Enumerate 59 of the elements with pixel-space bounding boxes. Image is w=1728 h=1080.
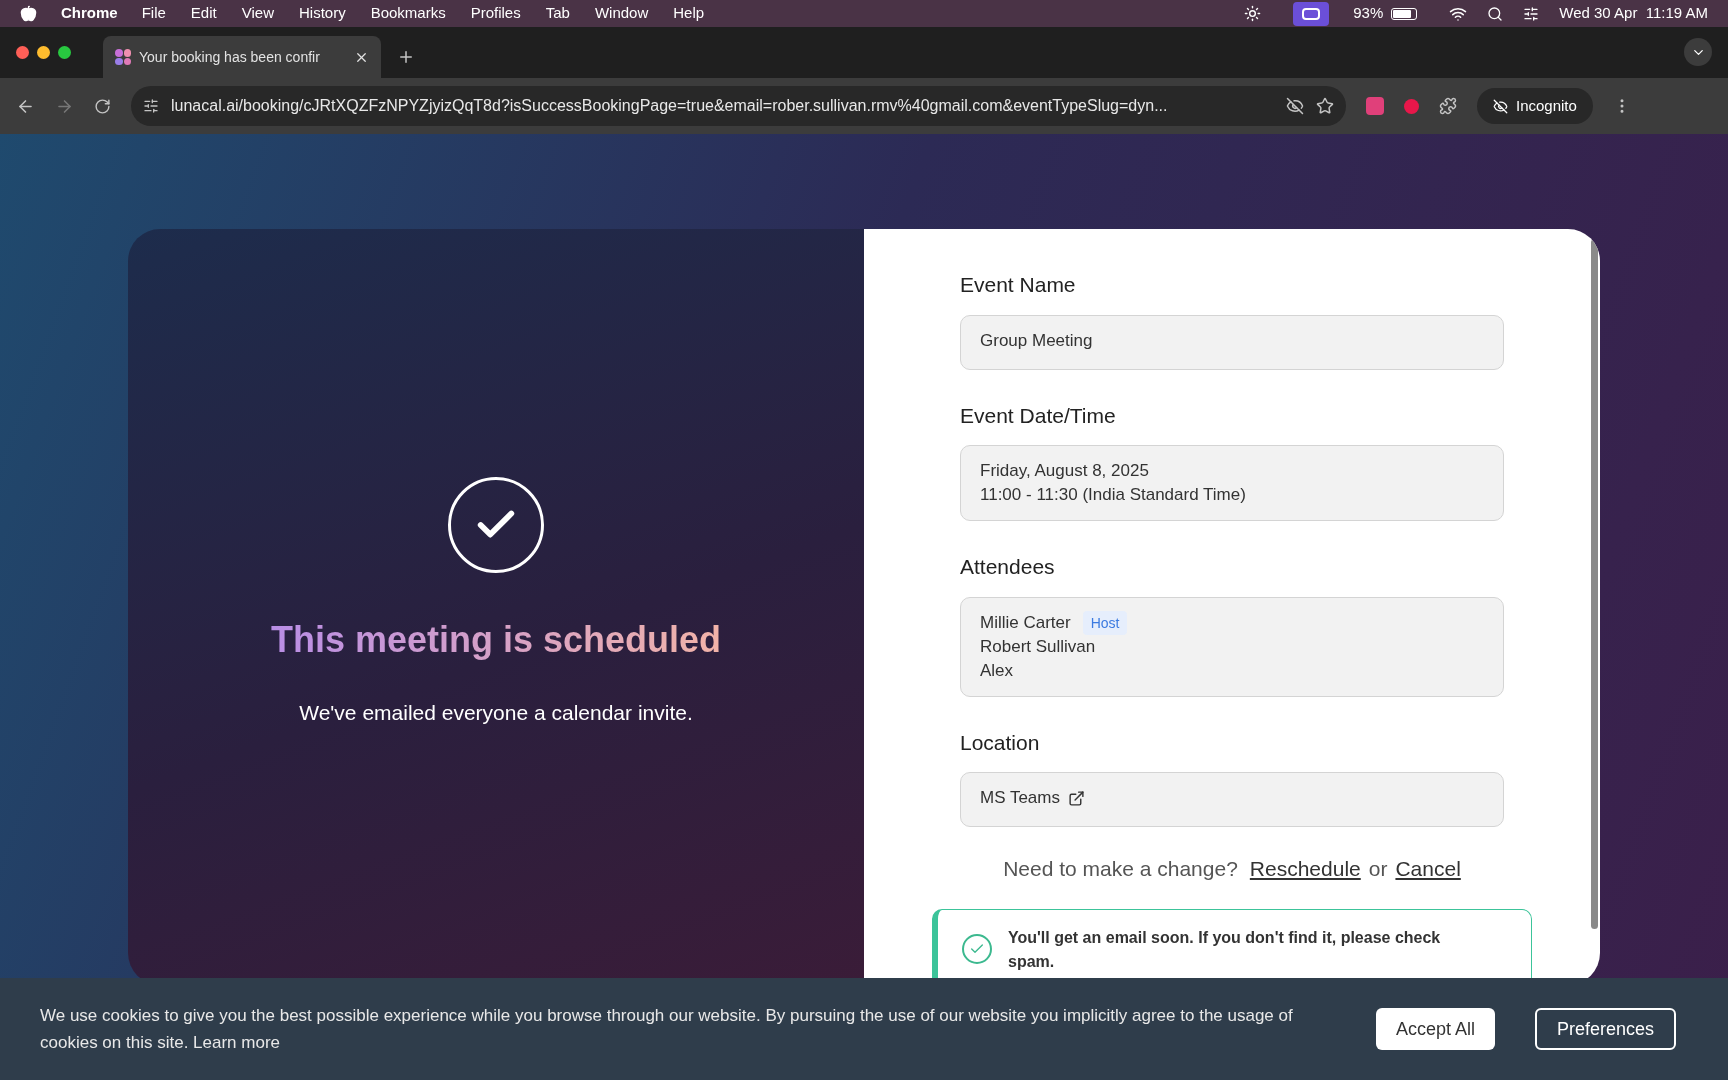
battery-percent: 93% (1353, 3, 1384, 24)
or-text: or (1368, 856, 1388, 882)
maximize-window-button[interactable] (58, 46, 71, 59)
cancel-link[interactable]: Cancel (1395, 853, 1461, 885)
menu-item[interactable]: Window (594, 2, 649, 25)
tab-search-button[interactable] (1684, 38, 1712, 66)
field-value: 11:00 - 11:30 (India Standard Time) (980, 484, 1247, 506)
host-tag: Host (1082, 610, 1128, 635)
menu-item[interactable]: History (298, 2, 346, 25)
field-label: Event Date/Time (960, 402, 1117, 429)
app-name[interactable]: Chrome (61, 2, 118, 25)
search-icon[interactable] (1487, 5, 1504, 22)
accept-all-button[interactable]: Accept All (1375, 1008, 1495, 1050)
field-label: Location (960, 729, 1041, 756)
attendee-name: Millie Carter (980, 611, 1071, 634)
menu-item[interactable]: Help (673, 2, 705, 25)
eye-slash-icon (1286, 97, 1304, 115)
notice-text: You'll get an email soon. If you don't find it, please check spam. (1008, 927, 1442, 972)
preferences-button[interactable]: Preferences (1534, 1008, 1676, 1050)
cookie-text: We use cookies to give you the best possible experience while you browse through our website. By pursuing the use of our website you implicitly agree to the usage of cookies on this site. Learn more (40, 1005, 1294, 1054)
menu-item[interactable]: File (141, 2, 166, 25)
confirmation-subtitle: We've emailed everyone a calendar invite. (299, 700, 693, 726)
external-link-icon[interactable] (1068, 789, 1085, 807)
browser-tab[interactable]: Your booking has been confir (103, 36, 381, 78)
clock: Wed 30 Apr 11:19 AM (1559, 3, 1708, 24)
close-window-button[interactable] (16, 46, 29, 59)
attendee-name: Alex (980, 659, 1014, 682)
screen-mirror-icon[interactable] (1293, 1, 1330, 26)
field-value: Friday, August 8, 2025 (980, 460, 1150, 482)
tab-title: Your booking has been confir (139, 47, 321, 67)
menu-item[interactable]: Tab (545, 2, 570, 25)
learn-more-link[interactable]: Learn more (193, 1033, 281, 1052)
control-center-icon[interactable] (1523, 5, 1540, 22)
battery-icon[interactable] (1391, 7, 1418, 20)
menu-item[interactable]: Profiles (470, 2, 521, 25)
scrollbar[interactable] (1591, 239, 1598, 929)
minimize-window-button[interactable] (37, 46, 50, 59)
site-favicon (115, 49, 131, 65)
address-field[interactable]: lunacal.ai/booking/cJRtXQZFzNPYZjyizQqT8d?isSuccessBookingPage=true&email=rober.sullivan.rmv%40gmail.com&eventTypeSlug=dyn... (131, 86, 1346, 126)
menu-item[interactable]: Bookmarks (370, 2, 446, 25)
extensions-icon[interactable] (1439, 97, 1457, 115)
incognito-badge[interactable]: Incognito (1477, 88, 1593, 124)
menu-item[interactable]: View (241, 2, 274, 25)
reload-icon[interactable] (94, 97, 111, 115)
bookmark-star-icon (1316, 97, 1334, 115)
attendee-name: Robert Sullivan (980, 635, 1096, 658)
menu-item[interactable]: Edit (190, 2, 217, 25)
change-prompt: Need to make a change? (1003, 856, 1238, 882)
brightness-icon[interactable] (1244, 5, 1262, 22)
new-tab-icon[interactable] (397, 48, 415, 66)
location-link[interactable]: MS Teams (980, 786, 1060, 810)
reschedule-link[interactable]: Reschedule (1249, 853, 1361, 885)
site-settings-icon (143, 98, 159, 114)
url-text: lunacal.ai/booking/cJRtXQZFzNPYZjyizQqT8d?isSuccessBookingPage=true&email=rober.sullivan.rmv%40gmail.com&eventTypeSlug=dyn... (171, 96, 1169, 116)
field-label: Event Name (960, 272, 1077, 298)
record-icon[interactable] (1404, 98, 1419, 114)
apple-logo-icon[interactable] (20, 5, 37, 22)
field-value: Group Meeting (980, 329, 1094, 352)
field-label: Attendees (960, 554, 1056, 580)
